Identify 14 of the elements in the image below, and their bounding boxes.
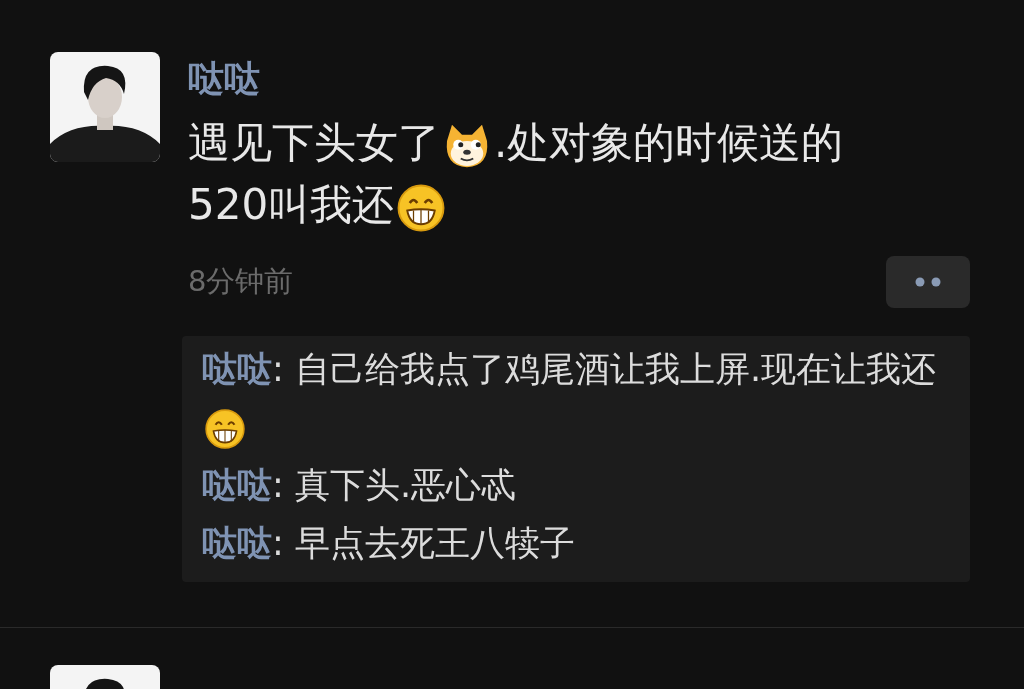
grinning-face-icon xyxy=(204,408,246,450)
post-text-line: 遇见下头女了 .处对象的时候送的 xyxy=(188,112,970,174)
comment-text: 哒哒: 自己给我点了鸡尾酒让我上屏.现在让我还 xyxy=(202,340,960,456)
commenter-name[interactable]: 哒哒 xyxy=(202,523,272,563)
dots-icon xyxy=(915,277,941,287)
comment-text: 哒哒: 真下头.恶心忒 xyxy=(202,464,518,507)
comment-text: 哒哒: 早点去死王八犊子 xyxy=(202,522,576,565)
post-text-line: 520叫我还 xyxy=(188,174,970,236)
timestamp: 8分钟前 xyxy=(188,263,294,301)
commenter-name[interactable]: 哒哒 xyxy=(202,349,272,389)
author-name[interactable]: 哒哒 xyxy=(188,54,970,104)
grinning-face-icon xyxy=(396,182,447,233)
commenter-name[interactable]: 哒哒 xyxy=(202,465,272,505)
more-button[interactable] xyxy=(886,256,970,308)
